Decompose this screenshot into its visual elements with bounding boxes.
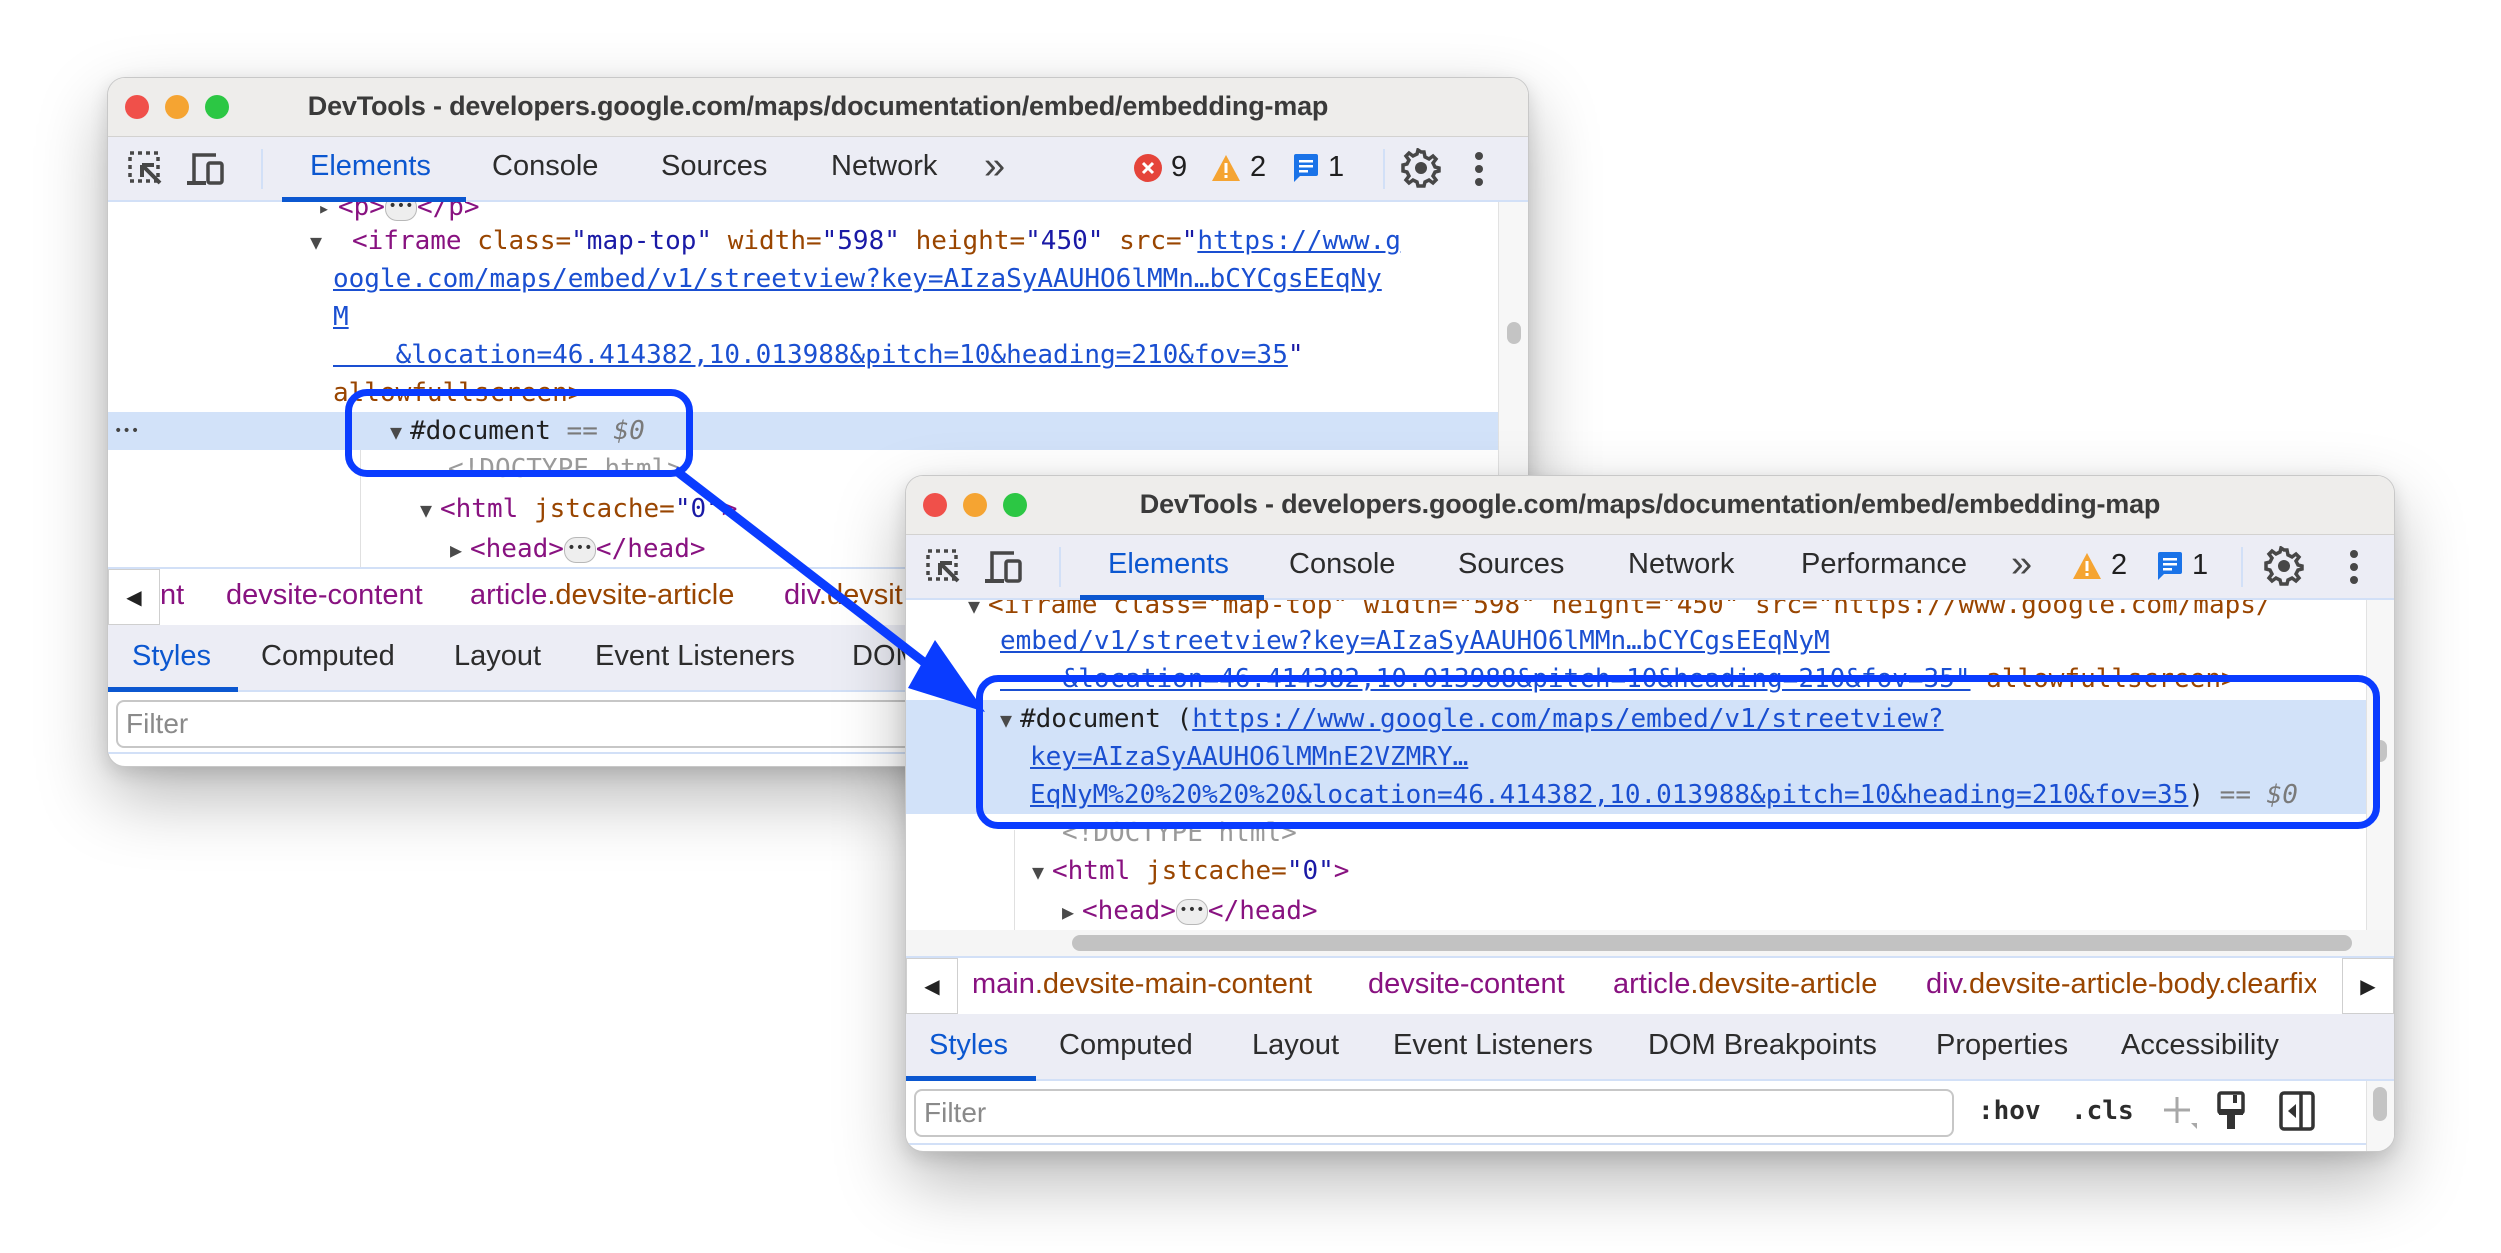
errors-count: 9 <box>1171 151 1188 183</box>
computed-styles-paint-icon[interactable] <box>2216 1091 2246 1136</box>
breadcrumb-item[interactable]: article.devsite-article <box>470 579 734 612</box>
styles-vertical-scrollbar[interactable] <box>2366 1081 2394 1151</box>
breadcrumb-item[interactable]: div.devsite-article-body.clearfix <box>1926 968 2316 1001</box>
main-toolbar: Elements Console Sources Network Perform… <box>906 535 2394 600</box>
more-tabs-button[interactable]: » <box>984 145 1005 188</box>
tab-accessibility[interactable]: Accessibility <box>2121 1029 2279 1062</box>
ellipsis-button[interactable]: ••• <box>563 536 596 563</box>
styles-filter-bar: Filter :hov .cls <box>906 1081 2394 1145</box>
toggle-classes-button[interactable]: .cls <box>2071 1096 2134 1126</box>
messages-badge[interactable]: 1 <box>1292 151 1344 184</box>
tree-row-iframe-cont3: &location=46.414382,10.013988&pitch=10&h… <box>333 340 1304 370</box>
new-style-rule-icon[interactable] <box>2161 1093 2197 1136</box>
breadcrumb-item[interactable]: div.devsit <box>784 579 903 612</box>
tree-row-html[interactable]: ▼ <html jstcache="0"> <box>906 852 2394 890</box>
collapse-triangle-icon[interactable]: ▶ <box>1062 893 1082 930</box>
tab-sources[interactable]: Sources <box>661 150 767 183</box>
highlight-box-front-document <box>976 675 2380 829</box>
iframe-src-link[interactable]: embed/v1/streetview?key=AIzaSyAAUHO6lMMn… <box>1000 626 1830 656</box>
messages-badge[interactable]: 1 <box>2156 549 2208 582</box>
highlight-box-back-document <box>345 389 693 477</box>
toggle-sidebar-icon[interactable] <box>2279 1091 2315 1136</box>
tab-event-listeners[interactable]: Event Listeners <box>1393 1029 1593 1062</box>
message-icon <box>2158 551 2182 580</box>
more-tabs-button[interactable]: » <box>2011 543 2032 586</box>
tree-row-iframe-cont: embed/v1/streetview?key=AIzaSyAAUHO6lMMn… <box>906 622 2394 660</box>
warnings-badge[interactable]: 2 <box>1210 151 1266 184</box>
gutter-dots[interactable]: ••• <box>114 412 139 450</box>
tab-network[interactable]: Network <box>1628 548 1734 581</box>
tab-elements[interactable]: Elements <box>1108 548 1229 581</box>
title-bar: DevTools - developers.google.com/maps/do… <box>108 78 1528 138</box>
tab-event-listeners[interactable]: Event Listeners <box>595 640 795 673</box>
warning-icon <box>2073 552 2101 579</box>
device-toolbar-icon[interactable] <box>186 151 230 192</box>
more-options-icon[interactable] <box>1473 151 1485 192</box>
tree-row-head[interactable]: ▶ <head> ••• </head> <box>906 892 2394 930</box>
tab-performance[interactable]: Performance <box>1801 548 1967 581</box>
more-options-icon[interactable] <box>2348 549 2360 590</box>
warnings-badge[interactable]: 2 <box>2071 549 2127 582</box>
tab-dom-breakpoints[interactable]: DOM Breakpoints <box>1648 1029 1877 1062</box>
window-title: DevTools - developers.google.com/maps/do… <box>307 91 1329 121</box>
expand-triangle-icon[interactable]: ▼ <box>310 223 352 261</box>
tab-computed[interactable]: Computed <box>1059 1029 1193 1062</box>
errors-badge[interactable]: 9 <box>1133 151 1187 184</box>
tab-computed[interactable]: Computed <box>261 640 395 673</box>
warning-icon <box>1212 154 1240 181</box>
tab-sources[interactable]: Sources <box>1458 548 1564 581</box>
breadcrumb-item[interactable]: nt <box>160 579 184 612</box>
tree-row-iframe[interactable]: ▼ <iframe class="map-top" width="598" hei… <box>906 600 2394 624</box>
tab-console[interactable]: Console <box>492 150 598 183</box>
breadcrumb-item[interactable]: devsite-content <box>226 579 423 612</box>
tree-horizontal-scrollbar[interactable] <box>906 930 2394 956</box>
settings-gear-icon[interactable] <box>2264 545 2304 591</box>
error-icon <box>1134 153 1162 182</box>
message-icon <box>1294 153 1318 182</box>
iframe-src-link[interactable]: https://www.g <box>1197 226 1401 256</box>
toggle-hover-state-button[interactable]: :hov <box>1978 1096 2041 1126</box>
settings-gear-icon[interactable] <box>1401 147 1441 193</box>
tree-row-iframe-cont2: M <box>108 298 1528 336</box>
tab-styles[interactable]: Styles <box>929 1029 1008 1062</box>
ellipsis-button[interactable]: ••• <box>1175 898 1208 925</box>
iframe-src-link-cont3[interactable]: &location=46.414382,10.013988&pitch=10&h… <box>333 340 1288 370</box>
device-toolbar-icon[interactable] <box>984 549 1028 590</box>
collapse-triangle-icon[interactable]: ▶ <box>450 531 470 568</box>
breadcrumbs-bar: ◀ main.devsite-main-content devsite-cont… <box>906 956 2394 1016</box>
tree-row-document-selected[interactable]: ••• ▼ #document == $0 <box>108 412 1528 450</box>
tab-properties[interactable]: Properties <box>1936 1029 2068 1062</box>
tree-row-iframe[interactable]: ▼ <iframe class="map-top" width="598" hei… <box>108 222 1528 260</box>
expand-triangle-icon[interactable]: ▼ <box>420 491 440 529</box>
messages-count: 1 <box>2192 549 2209 581</box>
messages-count: 1 <box>1328 151 1345 183</box>
tab-layout[interactable]: Layout <box>1252 1029 1339 1062</box>
main-toolbar: Elements Console Sources Network » 9 2 1 <box>108 137 1528 202</box>
breadcrumb-scroll-right-button[interactable]: ▶ <box>2342 958 2394 1014</box>
iframe-src-link-cont2[interactable]: M <box>333 302 349 332</box>
title-bar: DevTools - developers.google.com/maps/do… <box>906 476 2394 536</box>
sidebar-tabs: Styles Computed Layout Event Listeners D… <box>906 1014 2394 1081</box>
breadcrumb-item[interactable]: main.devsite-main-content <box>972 968 1312 1001</box>
breadcrumb-scroll-left-button[interactable]: ◀ <box>906 958 958 1014</box>
tab-elements[interactable]: Elements <box>310 150 431 183</box>
inspect-element-icon[interactable] <box>128 151 164 192</box>
styles-filter-input[interactable]: Filter <box>914 1089 1954 1137</box>
inspect-element-icon[interactable] <box>926 549 962 590</box>
tab-network[interactable]: Network <box>831 150 937 183</box>
breadcrumb-item[interactable]: devsite-content <box>1368 968 1565 1001</box>
breadcrumb-item[interactable]: article.devsite-article <box>1613 968 1877 1001</box>
iframe-src-link-cont[interactable]: oogle.com/maps/embed/v1/streetview?key=A… <box>333 264 1382 294</box>
warnings-count: 2 <box>1250 151 1267 183</box>
ellipsis-button[interactable]: ••• <box>384 202 417 221</box>
tree-row-iframe-cont: oogle.com/maps/embed/v1/streetview?key=A… <box>108 260 1528 298</box>
breadcrumb-scroll-left-button[interactable]: ◀ <box>108 569 160 625</box>
tab-styles[interactable]: Styles <box>132 640 211 673</box>
tab-console[interactable]: Console <box>1289 548 1395 581</box>
warnings-count: 2 <box>2111 549 2128 581</box>
tree-row-allowfullscreen: allowfullscreen> <box>333 378 584 408</box>
window-title: DevTools - developers.google.com/maps/do… <box>1139 489 2161 519</box>
expand-triangle-icon[interactable]: ▼ <box>1032 853 1052 891</box>
tab-layout[interactable]: Layout <box>454 640 541 673</box>
